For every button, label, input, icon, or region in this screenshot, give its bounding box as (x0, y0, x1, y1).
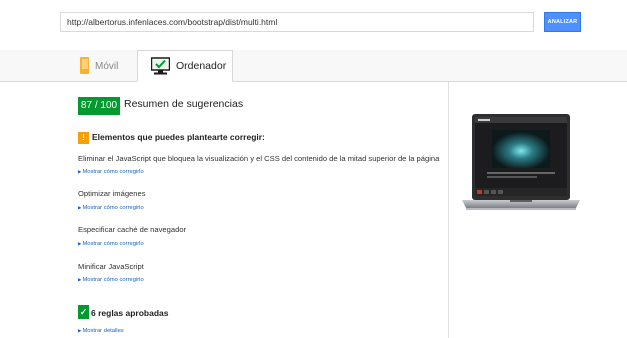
triangle-right-icon: ▶ (78, 205, 82, 210)
rule-title: Optimizar imágenes (78, 189, 146, 198)
monitor-icon (151, 57, 170, 75)
rule-title: Minificar JavaScript (78, 262, 144, 271)
results-panel: 87 / 100 Resumen de sugerencias ! Elemen… (60, 82, 449, 338)
tab-mobile[interactable]: Móvil (60, 50, 132, 81)
rule-title: Eliminar el JavaScript que bloquea la vi… (78, 154, 440, 163)
score-badge: 87 / 100 (78, 97, 120, 115)
analyze-button[interactable]: ANALIZAR (544, 12, 581, 32)
laptop-preview-image (462, 114, 580, 210)
show-fix-link-label: Mostrar cómo corregirlo (82, 205, 144, 211)
show-fix-link-label: Mostrar cómo corregirlo (82, 169, 144, 175)
show-fix-link-label: Mostrar cómo corregirlo (82, 241, 144, 247)
checkmark-icon: ✓ (78, 305, 89, 319)
rule-title: Especificar caché de navegador (78, 225, 187, 234)
triangle-right-icon: ▶ (78, 169, 82, 174)
show-fix-link[interactable]: ▶Mostrar cómo corregirlo (78, 205, 144, 211)
passed-rules-title: 6 reglas aprobadas (91, 308, 169, 318)
show-fix-link[interactable]: ▶Mostrar cómo corregirlo (78, 241, 144, 247)
tab-desktop-label: Ordenador (176, 60, 227, 72)
url-input[interactable]: http://albertorus.infenlaces.com/bootstr… (60, 12, 534, 32)
triangle-right-icon: ▶ (78, 241, 82, 246)
triangle-right-icon: ▶ (78, 328, 82, 333)
summary-title: Resumen de sugerencias (124, 98, 244, 110)
tab-mobile-label: Móvil (95, 61, 119, 72)
show-details-link[interactable]: ▶Mostrar detalles (78, 328, 124, 334)
warning-icon: ! (78, 132, 89, 144)
tab-desktop[interactable]: Ordenador (137, 50, 233, 82)
show-details-link-label: Mostrar detalles (82, 328, 124, 334)
panel-divider (448, 82, 449, 338)
show-fix-link-label: Mostrar cómo corregirlo (82, 277, 144, 283)
triangle-right-icon: ▶ (78, 277, 82, 282)
phone-icon (80, 57, 89, 74)
url-bar: http://albertorus.infenlaces.com/bootstr… (60, 12, 582, 34)
warning-section-title: Elementos que puedes plantearte corregir… (92, 132, 265, 142)
device-tabs: Móvil Ordenador (0, 50, 627, 82)
show-fix-link[interactable]: ▶Mostrar cómo corregirlo (78, 277, 144, 283)
show-fix-link[interactable]: ▶Mostrar cómo corregirlo (78, 169, 144, 175)
